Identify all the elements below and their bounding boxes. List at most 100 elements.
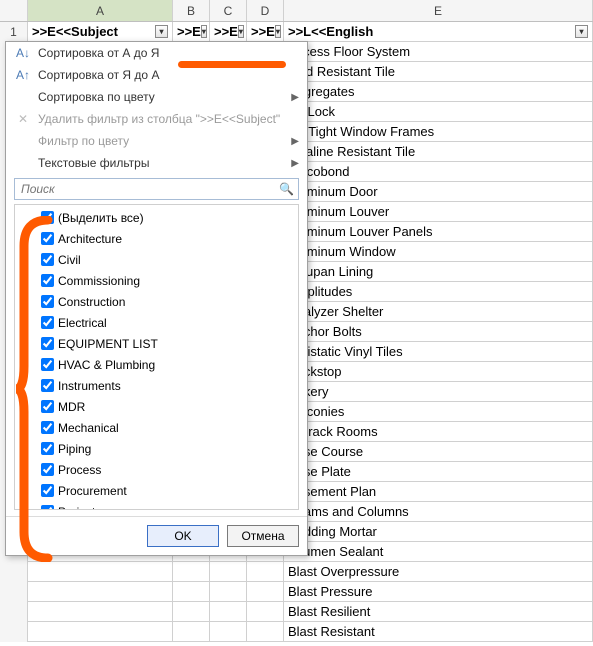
- filter-value-select-all[interactable]: (Выделить все): [15, 207, 298, 228]
- filter-arrow-icon[interactable]: ▾: [238, 25, 244, 38]
- row-number[interactable]: [0, 562, 28, 582]
- cell[interactable]: [247, 602, 284, 622]
- cell[interactable]: [210, 622, 247, 642]
- cell[interactable]: [28, 562, 173, 582]
- cell-english[interactable]: Alkaline Resistant Tile: [284, 142, 593, 162]
- cell-english[interactable]: Analyzer Shelter: [284, 302, 593, 322]
- cell-english[interactable]: Bitumen Sealant: [284, 542, 593, 562]
- cell-english[interactable]: Basement Plan: [284, 482, 593, 502]
- sort-by-color[interactable]: Сортировка по цвету ▶: [6, 86, 307, 108]
- cell[interactable]: [173, 602, 210, 622]
- cell-english[interactable]: Antistatic Vinyl Tiles: [284, 342, 593, 362]
- cell-english[interactable]: Bedding Mortar: [284, 522, 593, 542]
- filter-value-item[interactable]: Instruments: [15, 375, 298, 396]
- cell-english[interactable]: Aluminum Louver: [284, 202, 593, 222]
- filter-value-item[interactable]: Procurement: [15, 480, 298, 501]
- filter-value-item[interactable]: Commissioning: [15, 270, 298, 291]
- col-header-b[interactable]: B: [173, 0, 210, 21]
- filter-arrow-icon[interactable]: ▾: [275, 25, 281, 38]
- cell-english[interactable]: Aggregates: [284, 82, 593, 102]
- cell[interactable]: [247, 582, 284, 602]
- cell-english[interactable]: Alyupan Lining: [284, 262, 593, 282]
- cell[interactable]: [28, 582, 173, 602]
- cell-english[interactable]: Barrack Rooms: [284, 422, 593, 442]
- annotation-brace: [14, 216, 54, 562]
- filter-value-item[interactable]: Mechanical: [15, 417, 298, 438]
- cell-english[interactable]: Access Floor System: [284, 42, 593, 62]
- cell-english[interactable]: Bakery: [284, 382, 593, 402]
- cell-english[interactable]: Blast Overpressure: [284, 562, 593, 582]
- filter-value-item[interactable]: Process: [15, 459, 298, 480]
- filter-value-item[interactable]: MDR: [15, 396, 298, 417]
- ok-button[interactable]: OK: [147, 525, 219, 547]
- field-header-a-text: >>E<<Subject: [32, 24, 118, 39]
- sort-za-icon: A↑: [14, 68, 32, 82]
- cell-english[interactable]: Beams and Columns: [284, 502, 593, 522]
- col-header-e[interactable]: E: [284, 0, 593, 21]
- cell-english[interactable]: Anchor Bolts: [284, 322, 593, 342]
- cell[interactable]: [247, 562, 284, 582]
- cell-english[interactable]: Base Course: [284, 442, 593, 462]
- col-header-c[interactable]: C: [210, 0, 247, 21]
- cell-english[interactable]: Air Lock: [284, 102, 593, 122]
- cell-english[interactable]: Aluminum Louver Panels: [284, 222, 593, 242]
- cell-english[interactable]: Aluminum Door: [284, 182, 593, 202]
- cell-english[interactable]: Blast Pressure: [284, 582, 593, 602]
- filter-arrow-icon[interactable]: ▾: [155, 25, 168, 38]
- cell[interactable]: [247, 622, 284, 642]
- field-header-b-text: >>E: [177, 24, 201, 39]
- filter-value-item[interactable]: EQUIPMENT LIST: [15, 333, 298, 354]
- field-header-e[interactable]: >>L<<English ▾: [284, 22, 593, 42]
- cell[interactable]: [173, 562, 210, 582]
- cell[interactable]: [210, 582, 247, 602]
- cell[interactable]: [173, 622, 210, 642]
- field-header-a[interactable]: >>E<<Subject ▾: [28, 22, 173, 42]
- cell-english[interactable]: Blast Resilient: [284, 602, 593, 622]
- cell-english[interactable]: Blast Resistant: [284, 622, 593, 642]
- col-header-a[interactable]: A: [28, 0, 173, 21]
- row-number[interactable]: [0, 582, 28, 602]
- text-filters-label: Текстовые фильтры: [38, 156, 149, 170]
- table-row: Blast Overpressure: [0, 562, 593, 582]
- filter-value-item[interactable]: Project: [15, 501, 298, 510]
- submenu-arrow-icon: ▶: [291, 92, 299, 103]
- cancel-button[interactable]: Отмена: [227, 525, 299, 547]
- filter-value-label: Procurement: [58, 484, 127, 498]
- selectall-corner[interactable]: [0, 0, 28, 21]
- cell-english[interactable]: Backstop: [284, 362, 593, 382]
- row-number[interactable]: 1: [0, 22, 28, 42]
- row-number[interactable]: [0, 622, 28, 642]
- filter-arrow-icon[interactable]: ▾: [575, 25, 588, 38]
- filter-arrow-icon[interactable]: ▾: [201, 25, 207, 38]
- filter-value-label: Piping: [58, 442, 91, 456]
- filter-value-item[interactable]: Piping: [15, 438, 298, 459]
- field-header-b[interactable]: >>E ▾: [173, 22, 210, 42]
- cell[interactable]: [28, 602, 173, 622]
- filter-value-item[interactable]: Construction: [15, 291, 298, 312]
- cell[interactable]: [173, 582, 210, 602]
- cell-english[interactable]: Alucobond: [284, 162, 593, 182]
- filter-value-item[interactable]: Electrical: [15, 312, 298, 333]
- filter-values[interactable]: (Выделить все) ArchitectureCivilCommissi…: [14, 204, 299, 510]
- cell-english[interactable]: Aluminum Window: [284, 242, 593, 262]
- filter-search-input[interactable]: [19, 181, 279, 197]
- field-header-d[interactable]: >>E ▾: [247, 22, 284, 42]
- filter-value-item[interactable]: Civil: [15, 249, 298, 270]
- cell[interactable]: [210, 562, 247, 582]
- cell-english[interactable]: Base Plate: [284, 462, 593, 482]
- cell-english[interactable]: Acid Resistant Tile: [284, 62, 593, 82]
- filter-value-label: Construction: [58, 295, 125, 309]
- filter-value-item[interactable]: HVAC & Plumbing: [15, 354, 298, 375]
- cell-english[interactable]: Amplitudes: [284, 282, 593, 302]
- row-number[interactable]: [0, 602, 28, 622]
- filter-value-item[interactable]: Architecture: [15, 228, 298, 249]
- text-filters[interactable]: Текстовые фильтры ▶: [6, 152, 307, 174]
- filter-search[interactable]: 🔍: [14, 178, 299, 200]
- field-header-c[interactable]: >>E ▾: [210, 22, 247, 42]
- field-header-d-text: >>E: [251, 24, 275, 39]
- cell-english[interactable]: Air-Tight Window Frames: [284, 122, 593, 142]
- cell[interactable]: [210, 602, 247, 622]
- cell[interactable]: [28, 622, 173, 642]
- cell-english[interactable]: Balconies: [284, 402, 593, 422]
- col-header-d[interactable]: D: [247, 0, 284, 21]
